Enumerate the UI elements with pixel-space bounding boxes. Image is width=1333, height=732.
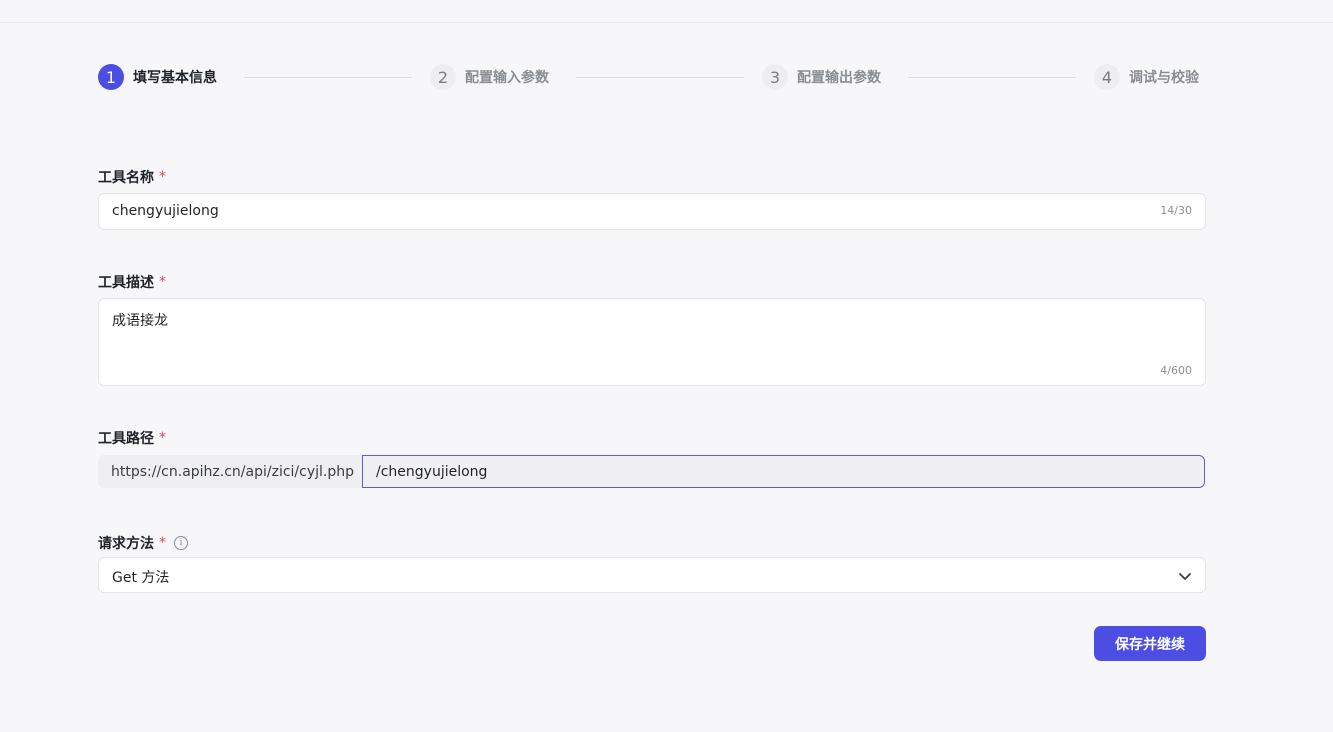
required-mark: * [159, 169, 166, 185]
method-select[interactable]: Get 方法 [98, 557, 1206, 593]
tool-desc-label: 工具描述 * [98, 272, 166, 292]
tool-path-input[interactable]: /chengyujielong [362, 455, 1205, 488]
method-value: Get 方法 [112, 570, 170, 586]
tool-name-label-text: 工具名称 [98, 170, 154, 186]
step-connector [576, 77, 744, 78]
method-label-text: 请求方法 [98, 536, 154, 552]
step-connector [244, 77, 412, 78]
step-indicator: 1 填写基本信息 2 配置输入参数 3 配置输出参数 4 调试与校验 [98, 63, 1206, 91]
step-2-label: 配置输入参数 [465, 70, 549, 86]
save-and-continue-button[interactable]: 保存并继续 [1094, 626, 1206, 661]
tool-path-group: https://cn.apihz.cn/api/zici/cyjl.php /c… [98, 455, 1206, 488]
tool-desc-textarea[interactable]: 成语接龙 4/600 [98, 298, 1206, 386]
step-connector [908, 77, 1076, 78]
chevron-down-icon [1179, 573, 1191, 580]
step-2-number: 2 [430, 64, 456, 90]
tool-path-label-text: 工具路径 [98, 431, 154, 447]
tool-name-label: 工具名称 * [98, 167, 166, 187]
tool-name-input[interactable]: chengyujielong 14/30 [98, 193, 1206, 230]
tool-path-label: 工具路径 * [98, 428, 166, 448]
tool-name-counter: 14/30 [1160, 204, 1192, 217]
step-3[interactable]: 3 配置输出参数 [762, 63, 881, 91]
step-1-label: 填写基本信息 [133, 70, 217, 86]
step-4-number: 4 [1094, 64, 1120, 90]
step-1[interactable]: 1 填写基本信息 [98, 63, 217, 91]
step-1-number: 1 [98, 64, 124, 90]
tool-desc-value: 成语接龙 [112, 313, 168, 329]
required-mark: * [159, 430, 166, 446]
tool-name-value: chengyujielong [112, 203, 219, 219]
step-4[interactable]: 4 调试与校验 [1094, 63, 1199, 91]
info-icon[interactable]: i [174, 536, 188, 550]
step-2[interactable]: 2 配置输入参数 [430, 63, 549, 91]
step-4-label: 调试与校验 [1129, 70, 1199, 86]
top-bar [0, 0, 1333, 23]
step-3-number: 3 [762, 64, 788, 90]
required-mark: * [159, 274, 166, 290]
required-mark: * [159, 535, 166, 551]
tool-desc-label-text: 工具描述 [98, 275, 154, 291]
tool-desc-counter: 4/600 [1160, 364, 1192, 377]
method-label: 请求方法 * i [98, 533, 188, 553]
step-3-label: 配置输出参数 [797, 70, 881, 86]
tool-path-prefix: https://cn.apihz.cn/api/zici/cyjl.php [98, 455, 362, 488]
